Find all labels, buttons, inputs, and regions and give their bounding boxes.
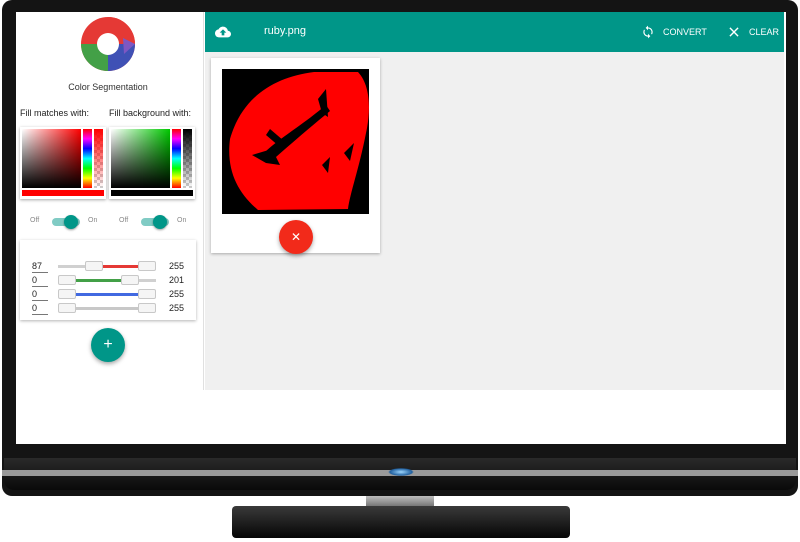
app-title: Color Segmentation — [68, 82, 148, 92]
background-color-picker[interactable] — [109, 127, 195, 199]
alpha-range-slider[interactable]: 0 255 — [20, 302, 196, 316]
blue-range-slider[interactable]: 0 255 — [20, 288, 196, 302]
green-max-value[interactable]: 201 — [169, 274, 184, 286]
red-range-slider[interactable]: 87 255 — [20, 260, 196, 274]
fill-background-label: Fill background with: — [109, 108, 192, 118]
clear-label: CLEAR — [749, 27, 780, 37]
cloud-upload-icon[interactable] — [215, 24, 231, 40]
slider-high-handle[interactable] — [121, 275, 140, 285]
convert-button[interactable]: CONVERT — [641, 22, 707, 42]
slider-low-handle[interactable] — [58, 275, 76, 285]
red-max-value[interactable]: 255 — [169, 260, 184, 272]
slider-track[interactable] — [58, 261, 156, 271]
match-color-preview — [22, 190, 104, 196]
alpha-min-input[interactable]: 0 — [32, 302, 48, 315]
sidebar: Color Segmentation Fill matches with: Fi… — [16, 12, 204, 390]
saturation-value-area[interactable] — [22, 129, 81, 188]
clear-button[interactable]: CLEAR — [727, 22, 779, 42]
toggle-off-label: Off — [119, 217, 129, 224]
toggle-on-label: On — [88, 217, 98, 224]
hue-slider[interactable] — [172, 129, 181, 188]
slider-low-handle[interactable] — [85, 261, 104, 271]
remove-image-button[interactable]: ✕ — [279, 220, 313, 254]
app-logo — [81, 17, 135, 71]
slider-track[interactable] — [58, 303, 156, 313]
slider-high-handle[interactable] — [138, 261, 156, 271]
toggle-thumb[interactable] — [153, 215, 167, 229]
top-toolbar: ruby.png CONVERT CLEAR — [205, 12, 784, 52]
green-min-input[interactable]: 0 — [32, 274, 48, 287]
red-min-input[interactable]: 87 — [32, 260, 48, 273]
monitor-stand-base — [232, 506, 570, 538]
green-range-slider[interactable]: 0 201 — [20, 274, 196, 288]
fill-matches-label: Fill matches with: — [20, 108, 90, 118]
threshold-sliders-card: 87 255 0 201 0 255 0 255 — [20, 240, 196, 320]
slider-track[interactable] — [58, 289, 156, 299]
add-range-button[interactable]: + — [91, 328, 125, 362]
power-led — [388, 468, 414, 476]
toggle-on-label: On — [177, 217, 187, 224]
blue-max-value[interactable]: 255 — [169, 288, 184, 300]
app-window: Color Segmentation Fill matches with: Fi… — [16, 12, 784, 390]
convert-label: CONVERT — [663, 27, 707, 37]
slider-low-handle[interactable] — [58, 303, 76, 313]
refresh-icon — [643, 25, 653, 39]
alpha-slider[interactable] — [94, 129, 103, 188]
slider-fill — [67, 307, 147, 310]
slider-low-handle[interactable] — [58, 289, 76, 299]
file-name: ruby.png — [264, 25, 306, 37]
slider-high-handle[interactable] — [138, 303, 156, 313]
toggle-off-label: Off — [30, 217, 40, 224]
toggle-thumb[interactable] — [64, 215, 78, 229]
alpha-slider[interactable] — [183, 129, 192, 188]
match-color-picker[interactable] — [20, 127, 106, 199]
blue-min-input[interactable]: 0 — [32, 288, 48, 301]
hue-slider[interactable] — [83, 129, 92, 188]
slider-track[interactable] — [58, 275, 156, 285]
alpha-max-value[interactable]: 255 — [169, 302, 184, 314]
background-color-preview — [111, 190, 193, 196]
slider-high-handle[interactable] — [138, 289, 156, 299]
saturation-value-area[interactable] — [111, 129, 170, 188]
slider-fill — [67, 293, 147, 296]
segmented-image-preview — [222, 69, 369, 214]
close-icon — [729, 27, 739, 37]
workspace: ✕ — [205, 52, 784, 390]
image-card: ✕ — [211, 58, 380, 254]
